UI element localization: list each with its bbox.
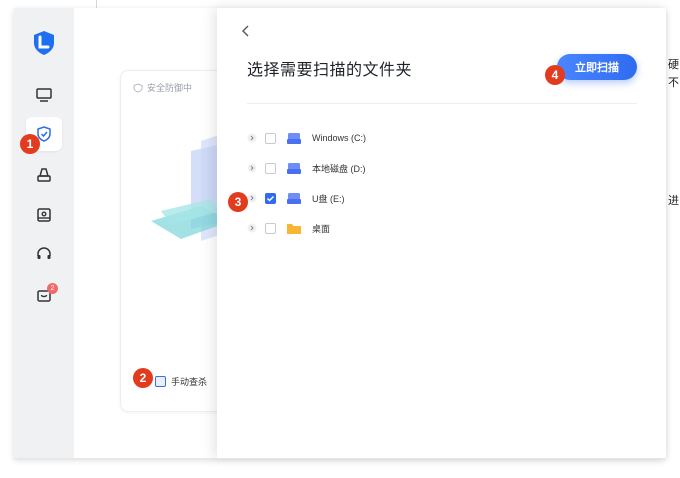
protection-status-text: 安全防御中 <box>147 83 193 93</box>
manual-scan-label: 手动查杀 <box>171 377 208 387</box>
tree-row-desktop[interactable]: 桌面 <box>247 218 330 238</box>
tree-row-c-drive[interactable]: Windows (C:) <box>247 128 366 148</box>
scan-icon <box>155 376 166 387</box>
headset-icon <box>37 247 51 259</box>
app-logo-icon <box>34 31 54 55</box>
label-e-drive: U盘 (E:) <box>312 193 345 204</box>
chevron-right-icon[interactable] <box>247 223 257 233</box>
checkbox-d-drive[interactable] <box>265 162 276 174</box>
store-badge: 2 <box>47 283 58 294</box>
label-d-drive: 本地磁盘 (D:) <box>312 163 366 174</box>
sidebar-item-support[interactable] <box>26 237 62 271</box>
annotation-marker-2: 2 <box>133 368 153 388</box>
truncated-text-2: 不 <box>668 77 679 89</box>
label-desktop: 桌面 <box>312 223 331 234</box>
checkbox-e-drive[interactable] <box>265 192 276 204</box>
chevron-right-icon[interactable] <box>247 133 257 143</box>
scan-now-button[interactable]: 立即扫描 <box>557 54 637 80</box>
chevron-right-icon[interactable] <box>247 163 257 173</box>
back-arrow-icon[interactable] <box>239 24 253 38</box>
panel-divider <box>247 103 637 104</box>
monitor-icon <box>36 88 52 102</box>
truncated-text-3: 进 <box>668 195 679 207</box>
drive-icon <box>287 192 301 204</box>
checkbox-desktop[interactable] <box>265 222 276 234</box>
broom-icon <box>37 168 51 182</box>
checkbox-c-drive[interactable] <box>265 132 276 144</box>
annotation-marker-1: 1 <box>20 134 40 154</box>
drive-icon <box>287 132 301 144</box>
top-edge <box>0 0 680 8</box>
annotation-marker-4: 4 <box>545 65 565 85</box>
tree-row-e-drive[interactable]: U盘 (E:) <box>247 188 345 208</box>
check-icon <box>266 195 275 202</box>
screen: 2 安全防御中 手动查杀 硬 不 进 选择需要扫描的文件夹 立即扫描 Windo… <box>0 0 680 478</box>
protection-status: 安全防御中 <box>133 81 192 94</box>
chevron-right-icon[interactable] <box>247 193 257 203</box>
toolbox-icon <box>37 208 51 222</box>
manual-scan-link[interactable]: 手动查杀 <box>155 375 207 388</box>
sidebar-item-computer[interactable] <box>26 78 62 112</box>
window-bottom-edge <box>14 458 666 459</box>
sidebar-item-store[interactable]: 2 <box>26 278 62 312</box>
annotation-marker-3: 3 <box>228 192 248 212</box>
shield-outline-icon <box>133 82 143 93</box>
sidebar-item-cleanup[interactable] <box>26 158 62 192</box>
label-c-drive: Windows (C:) <box>312 133 367 143</box>
tree-row-d-drive[interactable]: 本地磁盘 (D:) <box>247 158 366 178</box>
drive-icon <box>287 162 301 174</box>
panel-title: 选择需要扫描的文件夹 <box>247 62 413 79</box>
folder-icon <box>287 223 301 234</box>
truncated-text-1: 硬 <box>668 59 679 71</box>
sidebar-item-toolbox[interactable] <box>26 198 62 232</box>
sidebar: 2 <box>14 8 74 458</box>
top-edge-mark <box>96 0 97 8</box>
scan-folder-panel: 选择需要扫描的文件夹 立即扫描 Windows (C:) 本地磁盘 (D:) U… <box>217 8 666 458</box>
protection-card: 安全防御中 手动查杀 <box>120 70 231 412</box>
